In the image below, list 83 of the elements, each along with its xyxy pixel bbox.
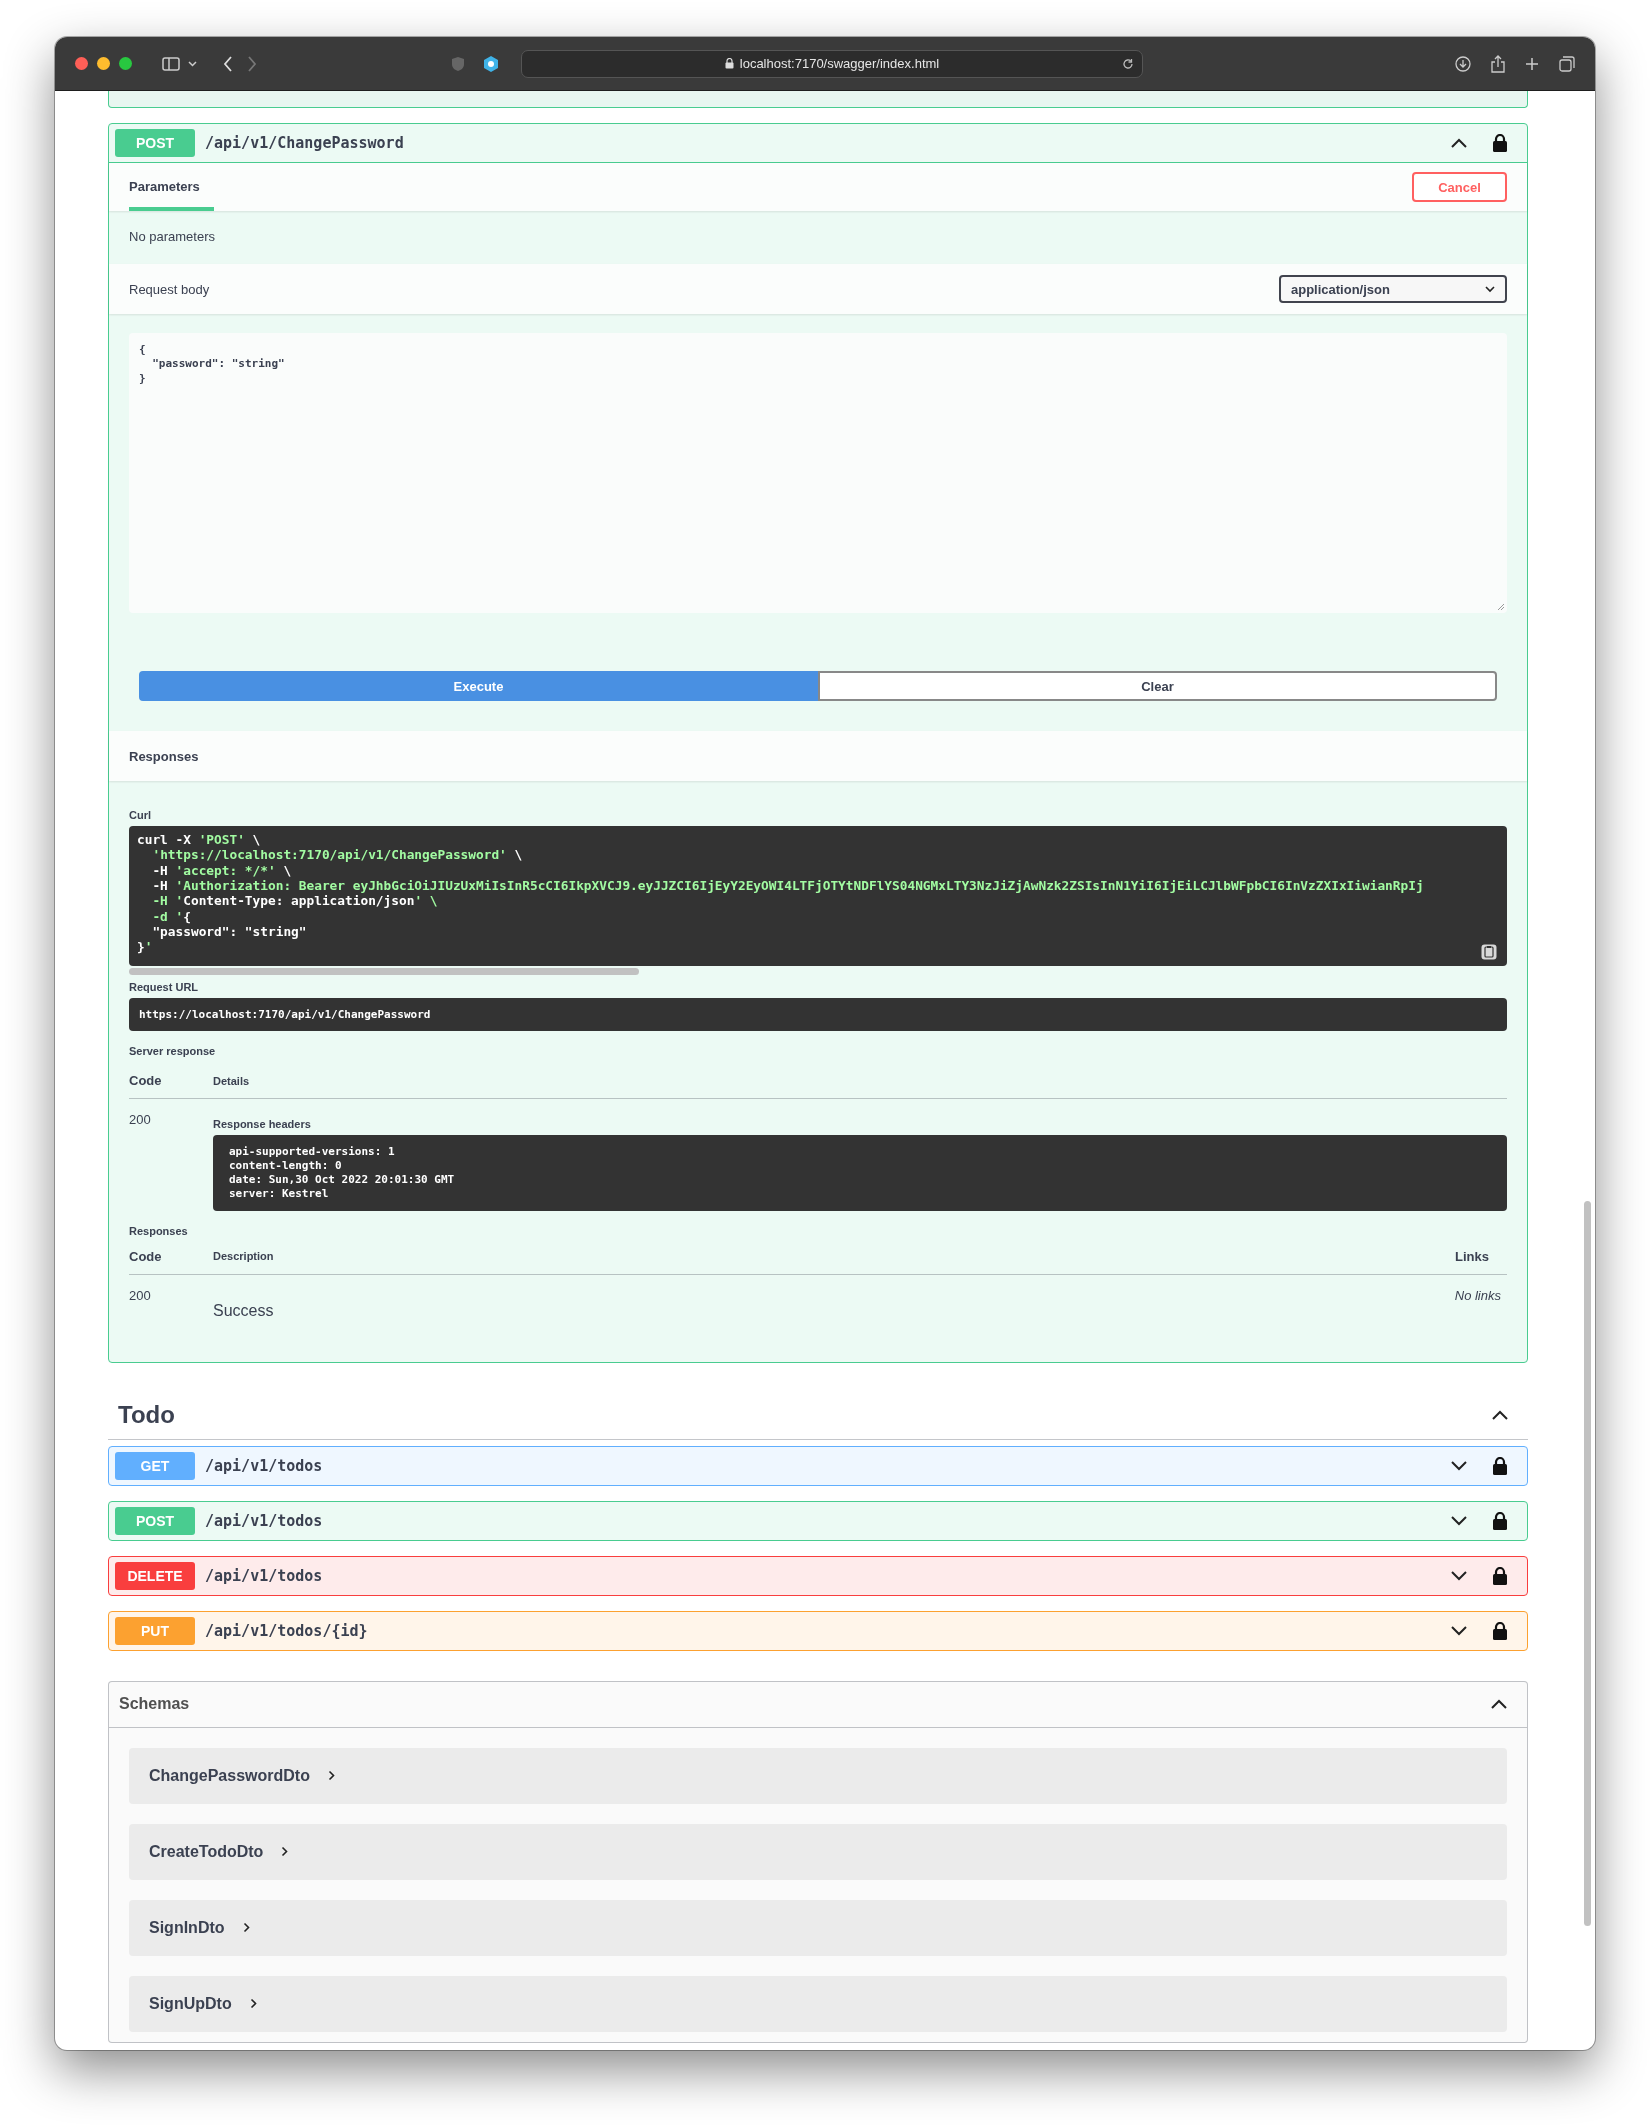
schema-name: CreateTodoDto	[149, 1842, 264, 1861]
chevron-up-icon[interactable]	[1491, 1699, 1507, 1710]
chevron-down-icon[interactable]	[1451, 1570, 1467, 1581]
schema-name: ChangePasswordDto	[149, 1766, 310, 1785]
method-badge: PUT	[115, 1616, 195, 1645]
content-type-dropdown[interactable]: application/json	[1279, 275, 1507, 303]
sidebar-icon[interactable]	[162, 56, 180, 71]
share-icon[interactable]	[1491, 54, 1505, 73]
status-code: 200	[129, 1112, 152, 1129]
chevron-down-icon[interactable]	[1451, 1460, 1467, 1471]
chevron-down-icon[interactable]	[1451, 1515, 1467, 1526]
endpoint-path[interactable]: /api/v1/todos	[205, 1566, 1441, 1585]
close-button[interactable]	[75, 57, 88, 70]
request-body-editor[interactable]: { "password": "string" }	[129, 333, 1507, 613]
endpoint-path[interactable]: /api/v1/ChangePassword	[205, 134, 1441, 152]
method-badge: POST	[115, 129, 195, 157]
reload-icon[interactable]	[1122, 57, 1134, 70]
schema-name: SignInDto	[149, 1918, 225, 1937]
no-parameters-text: No parameters	[129, 229, 215, 244]
status-code: 200	[129, 1287, 152, 1303]
forward-icon[interactable]	[247, 55, 257, 72]
back-icon[interactable]	[223, 55, 233, 72]
chevron-down-icon[interactable]	[1485, 285, 1495, 293]
section-title[interactable]: Todo	[118, 1400, 175, 1429]
response-headers-label: Response headers	[213, 1118, 312, 1130]
column-header: Description	[213, 1250, 274, 1263]
method-badge: POST	[115, 1506, 195, 1535]
column-header: Details	[213, 1074, 250, 1087]
lock-icon[interactable]	[1493, 134, 1507, 152]
server-response-label: Server response	[129, 1045, 217, 1057]
links-text: No links	[1454, 1287, 1501, 1303]
chevron-up-icon[interactable]	[1492, 1409, 1508, 1420]
operation-panel[interactable]: DELETE /api/v1/todos	[108, 1555, 1528, 1596]
clear-button[interactable]: Clear	[818, 671, 1497, 701]
responses-label: Responses	[129, 1224, 189, 1237]
url-text: localhost:7170/swagger/index.html	[739, 56, 940, 71]
lock-icon	[724, 58, 734, 69]
chevron-down-icon[interactable]	[1451, 1625, 1467, 1636]
lock-icon[interactable]	[1493, 1511, 1507, 1530]
minimize-button[interactable]	[97, 57, 110, 70]
curl-code-block: curl -X 'POST' \ 'https://localhost:7170/api/v1/ChangePassword' \ -H 'accept: */*' \ -H 'Authorization: Bearer eyJhbGciOiJIUzUxMiIsInR5cCI6IkpXVCJ9.eyJJZCI6IjEyY2EyOWI4LTFjOTYtNDFlYS04NGMxLTY3NzJiZjAwNzk2ZSIsInN1YiI6IjEiLCJlbWFpbCI6InVzZXIxIiwianRpIj -H 'Content-Type: application/json' \ -d '{ "password": "string" }'	[129, 826, 1507, 966]
curl-label: Curl	[129, 809, 152, 821]
chevron-right-icon[interactable]	[327, 1770, 335, 1782]
lock-icon[interactable]	[1493, 1456, 1507, 1475]
parameters-tab[interactable]: Parameters	[129, 163, 214, 211]
operation-panel[interactable]: POST /api/v1/todos	[108, 1500, 1528, 1541]
hexagon-icon[interactable]	[483, 54, 499, 73]
schema-item[interactable]: CreateTodoDto	[129, 1823, 1507, 1880]
request-body-label: Request body	[129, 281, 210, 297]
endpoint-path[interactable]: /api/v1/todos	[205, 1511, 1441, 1530]
tabs-icon[interactable]	[1559, 55, 1575, 72]
copy-icon[interactable]	[1481, 944, 1497, 960]
lock-icon[interactable]	[1493, 1621, 1507, 1640]
method-badge: DELETE	[115, 1561, 195, 1590]
schema-name: SignUpDto	[149, 1994, 232, 2013]
column-header: Code	[129, 1248, 163, 1264]
responses-heading: Responses	[129, 748, 199, 764]
operation-panel[interactable]: PUT /api/v1/todos/{id}	[108, 1610, 1528, 1651]
request-url-label: Request URL	[129, 981, 200, 993]
column-header: Code	[129, 1073, 163, 1088]
response-description: Success	[213, 1301, 274, 1320]
schemas-title[interactable]: Schemas	[119, 1695, 190, 1714]
plus-icon[interactable]	[1525, 56, 1539, 71]
address-bar[interactable]: localhost:7170/swagger/index.html	[521, 49, 1143, 78]
column-header: Links	[1455, 1248, 1489, 1264]
endpoint-path[interactable]: /api/v1/todos/{id}	[205, 1621, 1441, 1640]
resize-handle-icon[interactable]	[1497, 603, 1505, 611]
schema-item[interactable]: SignUpDto	[129, 1975, 1507, 2032]
operation-panel[interactable]: GET /api/v1/todos	[108, 1445, 1528, 1486]
endpoint-path[interactable]: /api/v1/todos	[205, 1456, 1441, 1475]
schema-item[interactable]: ChangePasswordDto	[129, 1747, 1507, 1804]
chevron-right-icon[interactable]	[249, 1998, 257, 2010]
zoom-button[interactable]	[119, 57, 132, 70]
chevron-right-icon[interactable]	[242, 1922, 250, 1934]
chevron-right-icon[interactable]	[281, 1846, 289, 1858]
schema-item[interactable]: SignInDto	[129, 1899, 1507, 1956]
response-headers-block: api-supported-versions: 1 content-length: 0 date: Sun,30 Oct 2022 20:01:30 GMT server: Kestrel	[213, 1135, 1507, 1211]
method-badge: GET	[115, 1451, 195, 1480]
chevron-up-icon[interactable]	[1451, 138, 1467, 148]
lock-icon[interactable]	[1493, 1566, 1507, 1585]
vertical-scrollbar[interactable]	[1584, 1201, 1591, 1926]
download-icon[interactable]	[1455, 55, 1471, 72]
request-url-block: https://localhost:7170/api/v1/ChangePassword	[129, 998, 1507, 1031]
